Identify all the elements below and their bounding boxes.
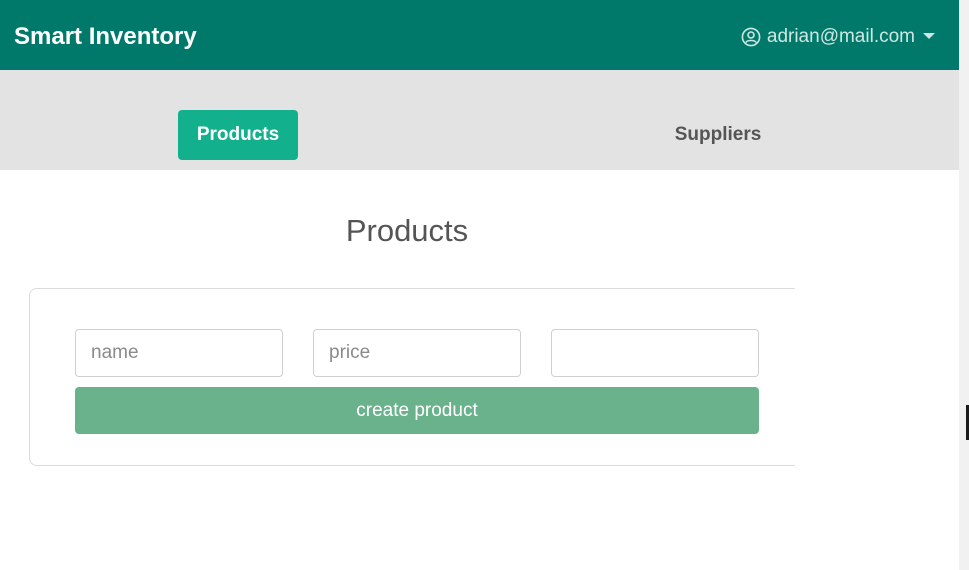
user-menu[interactable]: adrian@mail.com: [741, 22, 935, 52]
section-tabs: Products Suppliers: [0, 70, 959, 170]
user-circle-icon: [741, 27, 761, 47]
name-input[interactable]: [75, 329, 283, 377]
app-viewport: Smart Inventory adrian@mail.com Products…: [0, 0, 959, 570]
third-input[interactable]: [551, 329, 759, 377]
page-title: Products: [345, 213, 469, 248]
top-navbar: Smart Inventory adrian@mail.com: [0, 0, 959, 70]
caret-down-icon: [923, 33, 935, 39]
tab-products[interactable]: Products: [178, 110, 298, 160]
card-overflow-mask: [795, 280, 959, 480]
create-product-button[interactable]: create product: [75, 387, 759, 434]
create-product-card: [29, 288, 831, 466]
price-input[interactable]: [313, 329, 521, 377]
tab-suppliers[interactable]: Suppliers: [658, 110, 778, 160]
scrollbar-track[interactable]: [959, 0, 969, 570]
brand-title[interactable]: Smart Inventory: [14, 20, 197, 54]
user-email: adrian@mail.com: [766, 26, 915, 47]
